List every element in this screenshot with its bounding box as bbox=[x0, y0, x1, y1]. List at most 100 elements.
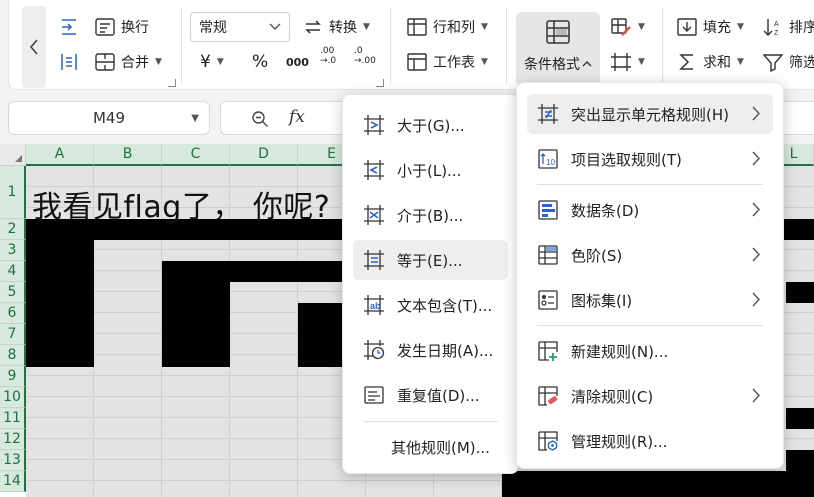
thousands-icon: 000 bbox=[286, 55, 309, 69]
row-header[interactable]: 10 bbox=[0, 387, 26, 408]
cell-style-button[interactable]: ▼ bbox=[606, 13, 649, 41]
menu-item-label: 色阶(S) bbox=[571, 246, 623, 265]
menu-item-less-than[interactable]: 小于(L)... bbox=[353, 150, 508, 190]
merge-button[interactable]: 合并 ▼ bbox=[90, 48, 166, 76]
currency-button[interactable]: ¥ ▼ bbox=[196, 48, 228, 76]
row-header[interactable]: 5 bbox=[0, 282, 26, 303]
conditional-format-button[interactable]: 条件格式 bbox=[516, 12, 600, 86]
conditional-format-menu: 突出显示单元格规则(H) 10 项目选取规则(T) 数据条(D) 色阶(S) 图… bbox=[516, 82, 784, 469]
convert-button[interactable]: 转换 ▼ bbox=[298, 13, 374, 41]
menu-item-label: 等于(E)... bbox=[397, 251, 463, 270]
alignment-dialog-launcher-icon[interactable] bbox=[168, 79, 176, 87]
chevron-down-icon: ▼ bbox=[737, 22, 744, 32]
number-format-dropdown[interactable]: 常规 bbox=[190, 12, 290, 42]
sort-button[interactable]: AZ 排序 bbox=[758, 13, 814, 41]
worksheet-label: 工作表 bbox=[433, 55, 475, 71]
chevron-right-icon bbox=[752, 151, 760, 166]
menu-item-highlight-cells-rules[interactable]: 突出显示单元格规则(H) bbox=[527, 94, 773, 134]
filter-button[interactable]: 筛选 bbox=[758, 48, 814, 76]
worksheet-button[interactable]: 工作表 ▼ bbox=[402, 48, 492, 76]
column-header[interactable]: A bbox=[26, 144, 94, 166]
ribbon-collapse-button[interactable] bbox=[22, 6, 46, 88]
convert-icon bbox=[305, 20, 321, 34]
menu-separator bbox=[537, 325, 763, 326]
menu-item-equal-to[interactable]: 等于(E)... bbox=[353, 240, 508, 280]
filter-icon bbox=[762, 54, 784, 72]
menu-item-label: 发生日期(A)... bbox=[397, 341, 494, 360]
thousands-separator-button[interactable]: 000 bbox=[282, 48, 313, 76]
column-header[interactable]: B bbox=[94, 144, 162, 166]
row-header[interactable]: 11 bbox=[0, 408, 26, 429]
menu-item-duplicate-values[interactable]: 重复值(D)... bbox=[353, 375, 508, 415]
wrap-text-label: 换行 bbox=[121, 20, 149, 36]
number-dialog-launcher-icon[interactable] bbox=[376, 79, 384, 87]
chevron-right-icon bbox=[752, 202, 760, 217]
menu-item-manage-rules[interactable]: 管理规则(R)... bbox=[527, 421, 773, 461]
autosum-button[interactable]: 求和 ▼ bbox=[672, 48, 748, 76]
menu-item-top-bottom-rules[interactable]: 10 项目选取规则(T) bbox=[527, 139, 773, 179]
row-header[interactable]: 13 bbox=[0, 450, 26, 471]
chevron-right-icon bbox=[752, 292, 760, 307]
menu-item-label: 其他规则(M)... bbox=[391, 438, 490, 457]
row-header[interactable]: 8 bbox=[0, 345, 26, 366]
menu-item-between[interactable]: 介于(B)... bbox=[353, 195, 508, 235]
percent-button[interactable]: % bbox=[248, 48, 272, 76]
menu-item-more-rules[interactable]: 其他规则(M)... bbox=[353, 427, 508, 467]
menu-item-icon-sets[interactable]: 图标集(I) bbox=[527, 280, 773, 320]
increase-decimal-icon-bottom: →.00 bbox=[354, 56, 376, 66]
menu-item-new-rule[interactable]: 新建规则(N)... bbox=[527, 331, 773, 371]
column-header[interactable]: C bbox=[162, 144, 230, 166]
chevron-down-icon: ▼ bbox=[216, 57, 224, 67]
merge-cells-icon bbox=[95, 53, 115, 71]
fill-button[interactable]: 填充 ▼ bbox=[672, 13, 748, 41]
ribbon-separator bbox=[390, 8, 391, 84]
name-box[interactable]: M49 ▼ bbox=[8, 101, 210, 135]
row-header[interactable]: 9 bbox=[0, 366, 26, 387]
chevron-down-icon: ▼ bbox=[638, 57, 645, 67]
menu-item-greater-than[interactable]: 大于(G)... bbox=[353, 105, 508, 145]
column-header[interactable]: D bbox=[230, 144, 298, 166]
row-header[interactable]: 7 bbox=[0, 324, 26, 345]
menu-item-date-occurring[interactable]: 发生日期(A)... bbox=[353, 330, 508, 370]
menu-item-color-scales[interactable]: 色阶(S) bbox=[527, 235, 773, 275]
chevron-left-icon bbox=[29, 39, 38, 55]
ribbon-separator bbox=[662, 8, 663, 84]
chevron-down-icon: ▼ bbox=[737, 57, 744, 67]
menu-item-text-contains[interactable]: ab 文本包含(T)... bbox=[353, 285, 508, 325]
decrease-decimal-button[interactable]: .00 →.0 bbox=[316, 46, 340, 74]
convert-label: 转换 bbox=[329, 20, 357, 36]
menu-item-label: 管理规则(R)... bbox=[571, 432, 668, 451]
chevron-down-icon: ▼ bbox=[481, 57, 488, 67]
borders-button[interactable]: ▼ bbox=[606, 48, 649, 76]
rows-columns-label: 行和列 bbox=[433, 20, 475, 36]
row-header[interactable]: 6 bbox=[0, 303, 26, 324]
indent-icon bbox=[62, 19, 76, 35]
menu-item-label: 大于(G)... bbox=[397, 116, 465, 135]
row-header[interactable]: 1 bbox=[0, 166, 26, 219]
ribbon-separator bbox=[506, 8, 507, 84]
row-header[interactable]: 12 bbox=[0, 429, 26, 450]
fx-icon[interactable]: fx bbox=[289, 107, 305, 127]
row-header[interactable]: 4 bbox=[0, 261, 26, 282]
row-header[interactable]: 14 bbox=[0, 471, 26, 492]
indent-increase-button[interactable] bbox=[54, 13, 84, 41]
currency-icon: ¥ bbox=[200, 52, 211, 72]
select-all-corner[interactable] bbox=[0, 144, 26, 166]
svg-text:10: 10 bbox=[546, 158, 555, 167]
clear-rules-icon bbox=[538, 386, 558, 406]
row-header[interactable]: 3 bbox=[0, 240, 26, 261]
worksheet-icon bbox=[407, 53, 427, 71]
increase-decimal-button[interactable]: .0 →.00 bbox=[350, 46, 380, 74]
black-cell-block bbox=[786, 282, 814, 303]
greater-than-rule-icon bbox=[364, 115, 384, 135]
align-distribute-button[interactable] bbox=[54, 48, 84, 76]
wrap-text-button[interactable]: 换行 bbox=[90, 13, 153, 41]
row-header[interactable]: 2 bbox=[0, 219, 26, 240]
zoom-formula-icon[interactable] bbox=[251, 110, 269, 128]
rows-columns-button[interactable]: 行和列 ▼ bbox=[402, 13, 492, 41]
menu-item-data-bars[interactable]: 数据条(D) bbox=[527, 190, 773, 230]
chevron-down-icon: ▼ bbox=[191, 113, 199, 124]
menu-item-clear-rules[interactable]: 清除规则(C) bbox=[527, 376, 773, 416]
fill-down-icon bbox=[677, 18, 697, 36]
menu-item-label: 新建规则(N)... bbox=[571, 342, 669, 361]
